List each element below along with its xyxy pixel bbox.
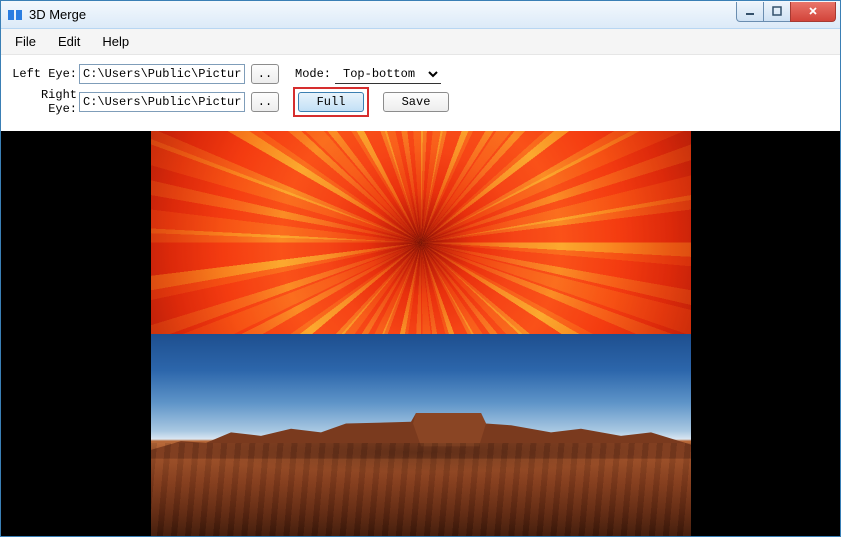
left-eye-input[interactable] xyxy=(79,64,245,84)
menu-help[interactable]: Help xyxy=(102,34,129,49)
flower-image xyxy=(151,131,691,334)
desert-image xyxy=(151,334,691,537)
window-controls xyxy=(737,2,836,22)
save-button[interactable]: Save xyxy=(383,92,449,112)
maximize-button[interactable] xyxy=(763,2,791,22)
right-eye-input[interactable] xyxy=(79,92,245,112)
controls-panel: Left Eye: .. Mode: Top-bottom Right Eye:… xyxy=(1,55,840,131)
menu-file[interactable]: File xyxy=(15,34,36,49)
full-button[interactable]: Full xyxy=(298,92,364,112)
left-eye-browse-button[interactable]: .. xyxy=(251,64,279,84)
top-image xyxy=(151,131,691,334)
close-button[interactable] xyxy=(790,2,836,22)
ground-shadow xyxy=(151,443,691,536)
preview-area xyxy=(1,131,840,536)
right-eye-row: Right Eye: .. Full Save xyxy=(11,91,830,113)
left-eye-label: Left Eye: xyxy=(11,67,77,81)
bottom-image xyxy=(151,334,691,537)
window-title: 3D Merge xyxy=(29,7,86,22)
menubar: File Edit Help xyxy=(1,29,840,55)
right-eye-browse-button[interactable]: .. xyxy=(251,92,279,112)
menu-edit[interactable]: Edit xyxy=(58,34,80,49)
mode-select[interactable]: Top-bottom xyxy=(335,64,441,84)
titlebar: 3D Merge xyxy=(1,1,840,29)
right-eye-label: Right Eye: xyxy=(11,88,77,116)
minimize-button[interactable] xyxy=(736,2,764,22)
left-eye-row: Left Eye: .. Mode: Top-bottom xyxy=(11,63,830,85)
app-icon xyxy=(7,7,23,23)
app-window: 3D Merge File Edit Help Left Eye: .. Mod… xyxy=(0,0,841,537)
full-button-highlight: Full xyxy=(293,87,369,117)
mode-label: Mode: xyxy=(295,67,331,81)
